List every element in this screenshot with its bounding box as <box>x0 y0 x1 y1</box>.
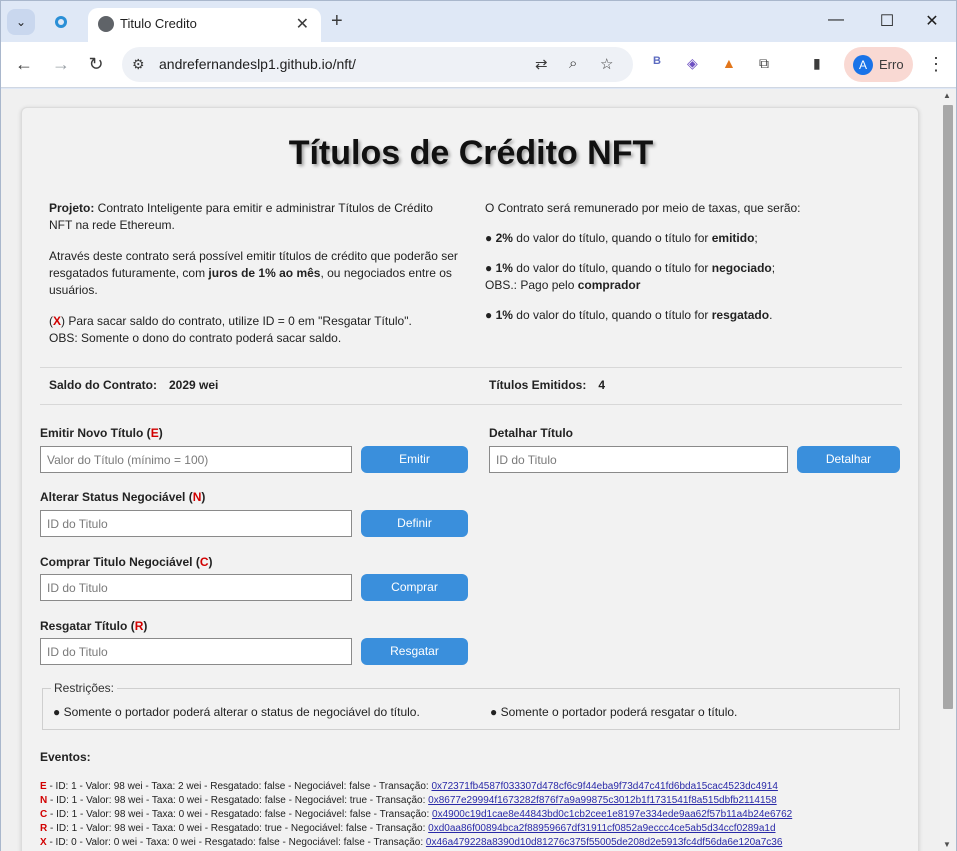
url-text[interactable]: andrefernandeslp1.github.io/nft/ <box>159 56 356 72</box>
detail-label: Detalhar Título <box>489 426 574 440</box>
bookmark-star-icon[interactable]: ☆ <box>600 55 613 73</box>
description-paragraph: Através deste contrato será possível emi… <box>49 249 458 297</box>
profile-status-label: Erro <box>879 57 904 72</box>
withdraw-paragraph: (X) Para sacar saldo do contrato, utiliz… <box>49 314 412 345</box>
transaction-link[interactable]: 0x4900c19d1cae8e44843bd0c1cb2cee1e8197e3… <box>432 809 792 820</box>
contract-balance: Saldo do Contrato: 2029 wei <box>49 378 219 392</box>
metamask-icon[interactable]: ▲ <box>722 55 736 71</box>
menu-icon[interactable]: ⋮ <box>927 54 945 75</box>
transaction-link[interactable]: 0x72371fb4587f033307d478cf6c9f44eba9f73d… <box>431 781 777 792</box>
status-id-input[interactable] <box>40 510 352 537</box>
event-row: E - ID: 1 - Valor: 98 wei - Taxa: 2 wei … <box>40 781 778 792</box>
address-bar[interactable]: ⚙ andrefernandeslp1.github.io/nft/ ⇄ ⌕ ☆ <box>122 47 633 82</box>
transaction-link[interactable]: 0x46a479228a8390d10d81276c375f55005de208… <box>426 837 782 848</box>
emit-label: Emitir Novo Título (E) <box>40 426 163 440</box>
restriction-status: ● Somente o portador poderá alterar o st… <box>53 705 420 719</box>
back-icon[interactable]: ← <box>13 54 35 75</box>
minimize-icon[interactable]: — <box>826 11 846 29</box>
vertical-scrollbar[interactable]: ▲ ▼ <box>940 89 956 851</box>
fee-redeem: ● 1% do valor do título, quando o título… <box>485 308 773 322</box>
scroll-down-icon[interactable]: ▼ <box>943 840 951 849</box>
restriction-redeem: ● Somente o portador poderá resgatar o t… <box>490 705 738 719</box>
profile-button[interactable]: A Erro <box>844 47 913 82</box>
status-label: Alterar Status Negociável (N) <box>40 490 206 504</box>
transaction-link[interactable]: 0xd0aa86f00894bca2f88959667df31911cf0852… <box>428 823 775 834</box>
events-label: Eventos: <box>40 750 91 764</box>
new-tab-icon[interactable]: + <box>331 10 343 33</box>
extension-tab-icon[interactable] <box>51 12 71 32</box>
site-settings-icon[interactable]: ⚙ <box>132 56 145 73</box>
reload-icon[interactable]: ↻ <box>85 54 107 75</box>
fees-info: O Contrato será remunerado por meio de t… <box>485 200 905 337</box>
tab-titulo-credito[interactable]: Titulo Credito ✕ <box>88 8 321 42</box>
restrictions-legend: Restrições: <box>51 681 118 695</box>
avatar: A <box>853 55 873 75</box>
tab-title: Titulo Credito <box>120 16 197 31</box>
side-panel-icon[interactable]: ▮ <box>813 55 821 72</box>
emit-value-input[interactable] <box>40 446 352 473</box>
emit-button[interactable]: Emitir <box>361 446 468 473</box>
scroll-up-icon[interactable]: ▲ <box>943 91 951 100</box>
tab-strip: ⌄ Titulo Credito ✕ + — ☐ ✕ <box>1 1 956 42</box>
page-viewport: Títulos de Crédito NFT Projeto: Contrato… <box>1 89 940 851</box>
maximize-icon[interactable]: ☐ <box>877 11 897 31</box>
project-paragraph: Projeto: Contrato Inteligente para emiti… <box>49 201 433 232</box>
redeem-label: Resgatar Título (R) <box>40 619 148 633</box>
divider <box>40 404 902 405</box>
fees-heading: O Contrato será remunerado por meio de t… <box>485 201 801 215</box>
define-button[interactable]: Definir <box>361 510 468 537</box>
transaction-link[interactable]: 0x8677e29994f1673282f876f7a9a99875c3012b… <box>428 795 777 806</box>
buy-button[interactable]: Comprar <box>361 574 468 601</box>
detail-id-input[interactable] <box>489 446 788 473</box>
restrictions-box: Restrições: ● Somente o portador poderá … <box>42 681 900 730</box>
browser-toolbar: ← → ↻ ⚙ andrefernandeslp1.github.io/nft/… <box>1 42 956 88</box>
extensions-puzzle-icon[interactable]: ⧉ <box>759 55 769 72</box>
extension-b-icon[interactable]: B <box>653 55 661 67</box>
redeem-id-input[interactable] <box>40 638 352 665</box>
fee-trade: ● 1% do valor do título, quando o título… <box>485 261 776 292</box>
intro-left: Projeto: Contrato Inteligente para emiti… <box>49 200 459 361</box>
detail-button[interactable]: Detalhar <box>797 446 900 473</box>
events-list: E - ID: 1 - Valor: 98 wei - Taxa: 2 wei … <box>40 780 910 850</box>
issued-titles: Títulos Emitidos: 4 <box>489 378 606 392</box>
scroll-thumb[interactable] <box>943 105 953 709</box>
tab-search-icon[interactable]: ⌄ <box>7 9 35 35</box>
forward-icon[interactable]: → <box>50 54 72 75</box>
browser-window: ⌄ Titulo Credito ✕ + — ☐ ✕ ← → ↻ ⚙ andre… <box>0 0 957 851</box>
fee-emit: ● 2% do valor do título, quando o título… <box>485 231 758 245</box>
event-row: N - ID: 1 - Valor: 98 wei - Taxa: 0 wei … <box>40 795 777 806</box>
zoom-icon[interactable]: ⌕ <box>569 55 577 72</box>
extension-diamond-icon[interactable]: ◈ <box>687 55 698 72</box>
redeem-button[interactable]: Resgatar <box>361 638 468 665</box>
close-tab-icon[interactable]: ✕ <box>296 14 309 34</box>
buy-label: Comprar Titulo Negociável (C) <box>40 555 213 569</box>
globe-icon <box>98 16 114 32</box>
main-card: Títulos de Crédito NFT Projeto: Contrato… <box>21 107 919 851</box>
event-row: X - ID: 0 - Valor: 0 wei - Taxa: 0 wei -… <box>40 837 783 848</box>
close-window-icon[interactable]: ✕ <box>922 11 942 31</box>
event-row: R - ID: 1 - Valor: 98 wei - Taxa: 0 wei … <box>40 823 776 834</box>
event-row: C - ID: 1 - Valor: 98 wei - Taxa: 0 wei … <box>40 809 793 820</box>
divider <box>40 367 902 368</box>
buy-id-input[interactable] <box>40 574 352 601</box>
page-title: Títulos de Crédito NFT <box>288 134 654 172</box>
translate-icon[interactable]: ⇄ <box>535 55 548 73</box>
